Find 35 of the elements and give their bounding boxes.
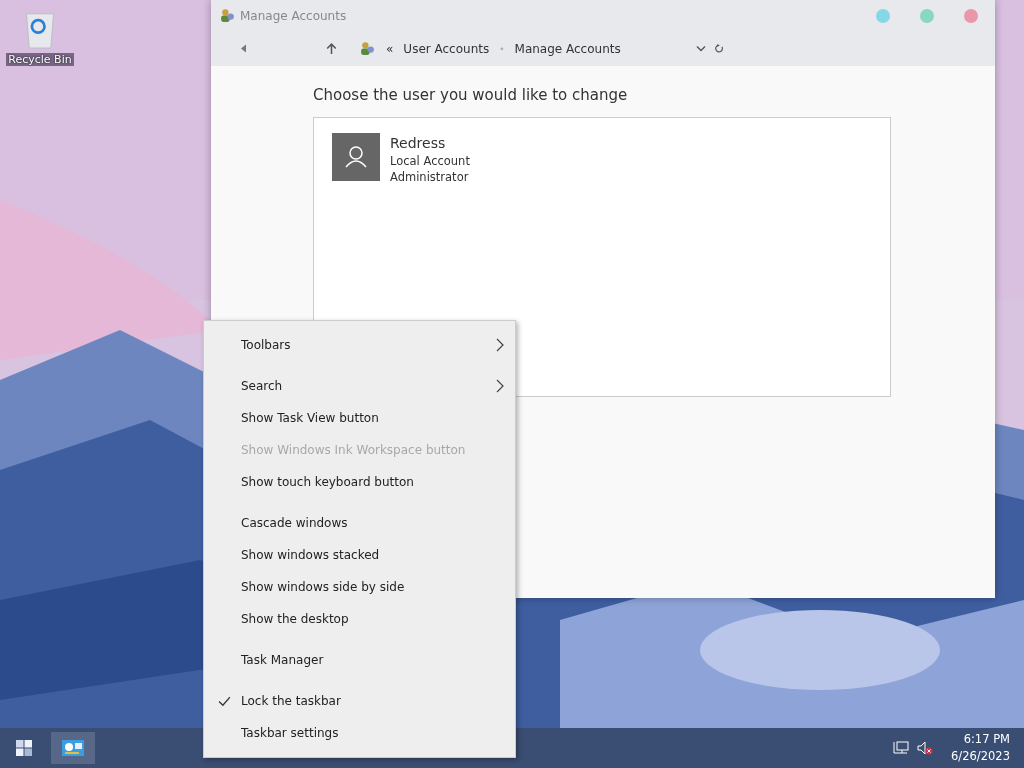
breadcrumb-separator: • bbox=[499, 43, 505, 54]
back-icon[interactable] bbox=[239, 43, 249, 54]
user-avatar-icon[interactable] bbox=[332, 133, 380, 181]
up-arrow-icon[interactable] bbox=[325, 42, 338, 55]
users-icon bbox=[219, 7, 236, 24]
dropdown-icon[interactable] bbox=[696, 43, 706, 54]
menu-item[interactable]: Cascade windows bbox=[204, 507, 515, 539]
taskbar-app-button[interactable] bbox=[51, 732, 95, 764]
start-icon[interactable] bbox=[16, 740, 32, 756]
breadcrumb-item[interactable]: User Accounts bbox=[403, 41, 490, 56]
account-name[interactable]: Redress bbox=[390, 133, 470, 153]
menu-item[interactable]: Show touch keyboard button bbox=[204, 466, 515, 498]
overflow-chevron[interactable]: « bbox=[386, 41, 394, 56]
refresh-icon[interactable] bbox=[714, 43, 724, 54]
menu-item[interactable]: Toolbars bbox=[204, 329, 515, 361]
menu-item[interactable]: Task Manager bbox=[204, 644, 515, 676]
window-title: Manage Accounts bbox=[240, 8, 347, 23]
menu-item[interactable]: Lock the taskbar bbox=[204, 685, 515, 717]
breadcrumb-item[interactable]: Manage Accounts bbox=[514, 41, 621, 56]
account-role: Administrator bbox=[390, 169, 470, 185]
menu-item[interactable]: Show windows side by side bbox=[204, 571, 515, 603]
menu-item[interactable]: Show Task View button bbox=[204, 402, 515, 434]
desktop-icon-label[interactable]: Recycle Bin bbox=[6, 53, 74, 66]
network-icon[interactable] bbox=[893, 741, 910, 755]
muted-speaker-icon[interactable] bbox=[917, 741, 934, 755]
clock-date[interactable]: 6/26/2023 bbox=[951, 748, 1010, 765]
control-panel-icon bbox=[62, 740, 84, 756]
page-heading: Choose the user you would like to change bbox=[313, 86, 629, 104]
account-type: Local Account bbox=[390, 153, 470, 169]
menu-item[interactable]: Search bbox=[204, 370, 515, 402]
menu-item[interactable]: Taskbar settings bbox=[204, 717, 515, 749]
clock-time[interactable]: 6:17 PM bbox=[963, 731, 1010, 748]
users-icon bbox=[359, 40, 376, 57]
menu-item[interactable]: Show windows stacked bbox=[204, 539, 515, 571]
menu-item[interactable]: Show the desktop bbox=[204, 603, 515, 635]
